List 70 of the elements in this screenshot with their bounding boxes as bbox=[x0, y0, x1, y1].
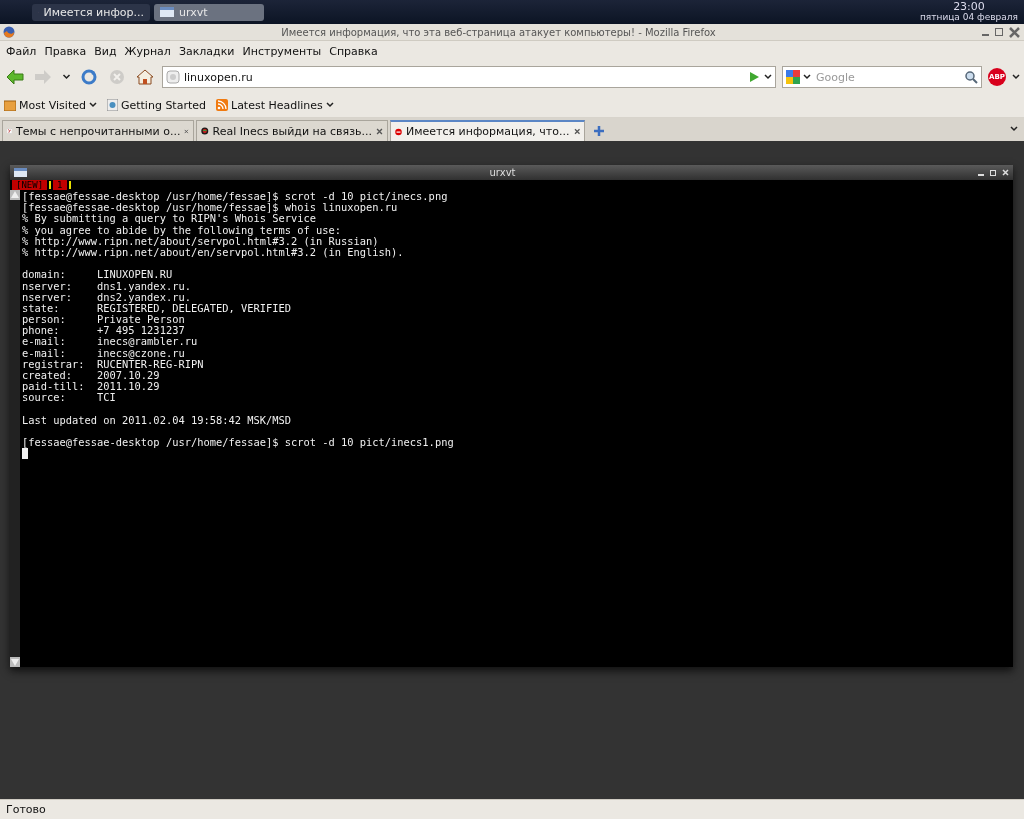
caret-icon bbox=[88, 102, 97, 108]
scroll-down-icon bbox=[10, 657, 20, 667]
terminal-title: urxvt bbox=[488, 167, 517, 178]
scroll-up-icon bbox=[10, 190, 20, 200]
taskbar-button[interactable]: Имеется инфор... bbox=[32, 3, 150, 21]
stop-icon bbox=[109, 69, 125, 85]
clock-date: пятница 04 февраля bbox=[919, 12, 1018, 22]
terminal-window-icon bbox=[160, 7, 174, 17]
caret-icon bbox=[803, 74, 811, 80]
browser-logo-icon bbox=[3, 26, 15, 38]
terminal-window-icon bbox=[14, 168, 27, 177]
browser-tab[interactable]: Real Inecs выйди на связь... bbox=[196, 120, 388, 141]
home-icon bbox=[136, 69, 154, 85]
maximize-icon[interactable] bbox=[995, 28, 1003, 36]
terminal-line: paid-till: 2011.10.29 bbox=[22, 381, 161, 393]
terminal-line: created: 2007.10.29 bbox=[22, 370, 161, 382]
browser-tab[interactable]: Темы с непрочитанными о... bbox=[2, 120, 194, 141]
status-text: Готово bbox=[6, 803, 46, 816]
new-tab-plus-icon[interactable] bbox=[593, 125, 605, 137]
terminal-line: source: TCI bbox=[22, 392, 117, 404]
menu-item[interactable]: Закладки bbox=[174, 44, 239, 58]
window-title: Имеется информация, что эта веб-страница атакует компьютеры! - Mozilla Firefox bbox=[280, 26, 717, 38]
close-icon[interactable] bbox=[1008, 25, 1021, 39]
terminal-line: % By submitting a query to RIPN's Whois Service bbox=[22, 213, 318, 225]
go-arrow-icon[interactable] bbox=[748, 71, 760, 83]
caret-icon bbox=[61, 74, 71, 80]
search-icon bbox=[965, 70, 978, 84]
menu-item[interactable]: Справка bbox=[325, 44, 382, 58]
page-icon bbox=[166, 70, 180, 84]
globe-page-icon bbox=[106, 99, 118, 111]
forward-arrow-icon bbox=[34, 69, 52, 85]
text-cursor bbox=[22, 448, 28, 460]
scrollbar[interactable] bbox=[10, 190, 20, 667]
terminal-line: % http://www.ripn.net/about/servpol.html#3.2 (in Russian) bbox=[22, 235, 379, 247]
search-bar[interactable]: Google bbox=[782, 66, 982, 88]
terminal-line: state: REGISTERED, DELEGATED, VERIFIED bbox=[22, 302, 292, 315]
tab-list-caret-icon bbox=[1010, 126, 1018, 132]
terminal-line: % you agree to abide by the following terms of use: bbox=[22, 224, 343, 236]
clock-time: 23:00 bbox=[953, 2, 985, 12]
caret-icon bbox=[1012, 74, 1020, 80]
terminal-line: % http://www.ripn.net/about/en/servpol.html#3.2 (in English). bbox=[22, 246, 405, 259]
terminal-line: nserver: dns1.yandex.ru. bbox=[22, 280, 192, 292]
browser-tab[interactable]: Имеется информация, что... bbox=[390, 120, 585, 141]
folder-icon bbox=[4, 99, 16, 111]
menu-item[interactable]: Файл bbox=[2, 44, 41, 58]
terminal-line: e-mail: inecs@rambler.ru bbox=[22, 336, 199, 348]
terminal-line: [fessae@fessae-desktop /usr/home/fessae]$ whois linuxopen.ru bbox=[22, 202, 398, 214]
caret-icon bbox=[764, 74, 772, 80]
bookmark-item[interactable]: Getting Started bbox=[106, 98, 206, 112]
menu-item[interactable]: Правка bbox=[40, 44, 91, 58]
terminal-line: domain: LINUXOPEN.RU bbox=[22, 269, 174, 281]
terminal-line: phone: +7 495 1231237 bbox=[22, 325, 185, 337]
search-engine-icon bbox=[786, 70, 800, 84]
back-arrow-icon bbox=[6, 69, 24, 85]
caret-icon bbox=[325, 102, 334, 108]
terminal-line: Last updated on 2011.02.04 19:58:42 MSK/MSD bbox=[22, 414, 292, 426]
menu-item[interactable]: Вид bbox=[90, 44, 121, 58]
terminal-line: registrar: RUCENTER-REG-RIPN bbox=[22, 358, 205, 370]
menu-item[interactable]: Журнал bbox=[120, 44, 175, 58]
terminal-line: [fessae@fessae-desktop /usr/home/fessae]$ scrot -d 10 pict/inecs.png bbox=[22, 191, 449, 203]
bookmark-item[interactable]: Most Visited bbox=[4, 98, 97, 112]
url-field[interactable]: linuxopen.ru bbox=[162, 66, 776, 88]
menu-item[interactable]: Инструменты bbox=[238, 44, 326, 58]
terminal-line: nserver: dns2.yandex.ru. bbox=[22, 291, 192, 303]
rss-feed-icon bbox=[216, 99, 228, 111]
terminal-line: [fessae@fessae-desktop /usr/home/fessae]$ scrot -d 10 pict/inecs1.png bbox=[22, 437, 455, 449]
taskbar-button[interactable]: urxvt bbox=[154, 3, 264, 21]
terminal-line: e-mail: inecs@czone.ru bbox=[22, 347, 185, 359]
bookmark-item[interactable]: Latest Headlines bbox=[216, 98, 334, 112]
terminal-line: person: Private Person bbox=[22, 314, 186, 326]
